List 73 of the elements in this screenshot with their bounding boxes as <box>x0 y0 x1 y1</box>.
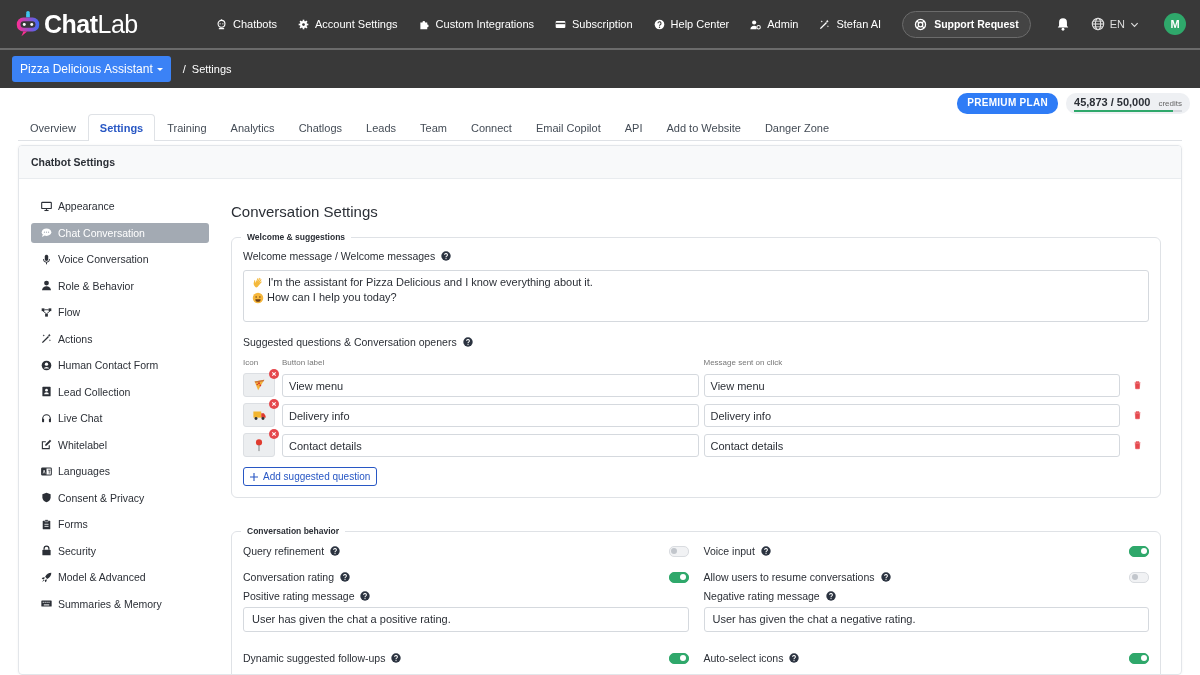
logo-text: ChatLab <box>44 9 138 39</box>
field-label: Positive rating message <box>243 590 355 602</box>
sidebar-item[interactable]: Flow <box>31 302 209 322</box>
button-label-field[interactable]: Contact details <box>282 433 699 457</box>
sidebar-item[interactable]: Security <box>31 540 209 561</box>
sidebar-item[interactable]: Human Contact Form <box>31 355 209 375</box>
card-title: Chatbot Settings <box>19 146 1181 179</box>
sidebar-item[interactable]: Forms <box>31 514 209 534</box>
credits-label: credits <box>1158 99 1182 108</box>
message-line: I'm the assistant for Pizza Delicious and I know everything about it. <box>268 275 593 290</box>
sidebar-item[interactable]: Consent & Privacy <box>31 487 209 508</box>
nav-link[interactable]: Help Center <box>653 18 730 30</box>
nav-link[interactable]: Chatbots <box>216 18 278 30</box>
section-title: Conversation Settings <box>231 203 379 220</box>
sidebar-item[interactable]: Summaries & Memory <box>31 593 209 614</box>
nav-link[interactable]: Custom Integrations <box>418 18 535 30</box>
setting-label: Dynamic suggested follow-ups <box>243 652 386 664</box>
nav-link[interactable]: Admin <box>750 18 799 30</box>
sidebar-item[interactable]: Languages <box>31 461 209 481</box>
button-label-field[interactable]: View menu <box>282 373 699 397</box>
sidebar-item[interactable]: Role & Behavior <box>31 275 209 296</box>
breadcrumb-separator: / <box>182 63 186 75</box>
nav-link[interactable]: Subscription <box>555 18 633 30</box>
rating-message-field[interactable]: User has given the chat a negative rating. <box>703 607 1149 632</box>
tab[interactable]: Email Copilot <box>523 114 613 141</box>
panel-legend: Conversation behavior <box>241 526 346 536</box>
setting-label: Allow users to resume conversations <box>703 571 875 583</box>
field-label: Welcome message / Welcome messages <box>243 250 436 262</box>
tab[interactable]: Team <box>408 114 459 141</box>
panel-legend: Welcome & suggestions <box>241 232 352 242</box>
tab[interactable]: Analytics <box>218 114 287 141</box>
language-selector[interactable]: EN <box>1090 17 1139 31</box>
sidebar-item[interactable]: Voice Conversation <box>31 249 209 269</box>
tab[interactable]: Chatlogs <box>286 114 355 141</box>
setting-label: Conversation rating <box>243 571 335 583</box>
column-header: Button label <box>282 358 326 367</box>
message-field[interactable]: View menu <box>703 373 1120 397</box>
nav-link[interactable]: Stefan AI <box>819 18 882 30</box>
field-label: Suggested questions & Conversation openers <box>243 336 457 348</box>
support-request-button[interactable]: Support Request <box>902 10 1031 38</box>
tab[interactable]: Overview <box>18 114 88 141</box>
tab[interactable]: Danger Zone <box>752 114 842 141</box>
message-line: How can I help you today? <box>267 290 397 305</box>
credits-total: / 50,000 <box>1110 96 1151 108</box>
tab[interactable]: Settings <box>87 114 156 141</box>
tab[interactable]: Leads <box>354 114 409 141</box>
plan-badge: PREMIUM PLAN <box>957 93 1058 114</box>
setting-label: Auto-select icons <box>703 652 784 664</box>
chatbot-selector[interactable]: Pizza Delicious Assistant <box>12 56 171 82</box>
breadcrumb-item: Settings <box>191 63 232 75</box>
sidebar-item[interactable]: Whitelabel <box>31 434 209 455</box>
tab[interactable]: Add to Website <box>654 114 753 141</box>
sidebar-item[interactable]: Appearance <box>31 196 209 216</box>
tab[interactable]: Training <box>155 114 219 141</box>
sidebar-item[interactable]: Model & Advanced <box>31 567 209 587</box>
sidebar-item[interactable]: Live Chat <box>31 408 209 428</box>
message-field[interactable]: Contact details <box>703 433 1120 457</box>
nav-link[interactable]: Account Settings <box>298 18 398 30</box>
rating-message-field[interactable]: User has given the chat a positive rating. <box>243 607 689 632</box>
sidebar-item[interactable]: Actions <box>31 328 209 349</box>
field-label: Negative rating message <box>703 590 820 602</box>
setting-label: Voice input <box>703 545 755 557</box>
welcome-message-field[interactable]: I'm the assistant for Pizza Delicious and I know everything about it. How can I help you today? <box>243 270 1149 322</box>
credits-used: 45,873 <box>1074 96 1108 108</box>
tab[interactable]: API <box>612 114 655 141</box>
sidebar-item[interactable]: Lead Collection <box>31 381 209 402</box>
tab[interactable]: Connect <box>458 114 524 141</box>
setting-label: Query refinement <box>243 545 325 557</box>
button-label-field[interactable]: Delivery info <box>282 403 699 427</box>
column-header: Message sent on click <box>703 358 784 367</box>
message-field[interactable]: Delivery info <box>703 403 1120 427</box>
add-suggested-question-button[interactable]: Add suggested question <box>243 467 378 486</box>
column-header: Icon <box>243 358 260 367</box>
